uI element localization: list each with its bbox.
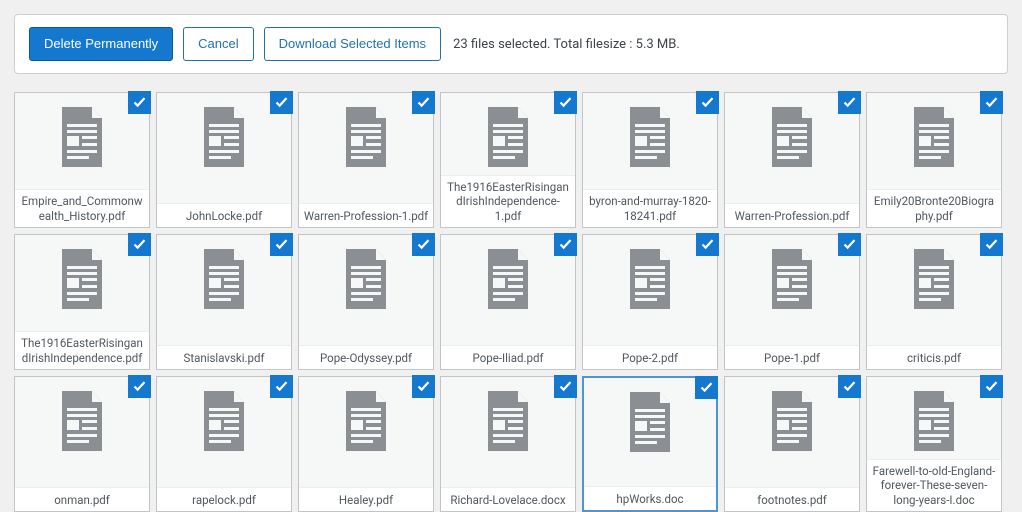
cancel-button[interactable]: Cancel: [183, 27, 253, 61]
document-icon: [625, 249, 675, 309]
checkmark-icon[interactable]: [270, 91, 293, 114]
document-icon: [483, 391, 533, 451]
file-label: rapelock.pdf: [157, 487, 291, 511]
file-label: onman.pdf: [15, 487, 149, 511]
document-icon: [625, 107, 675, 167]
file-label: The1916EasterRisingandIrishIndependence-…: [441, 175, 575, 227]
document-icon: [341, 391, 391, 451]
file-label: Farewell-to-old-England-forever-These-se…: [867, 459, 1001, 511]
toolbar: Delete Permanently Cancel Download Selec…: [14, 14, 1008, 74]
file-item[interactable]: byron-and-murray-1820-18241.pdf: [582, 92, 718, 228]
file-label: Pope-Iliad.pdf: [441, 345, 575, 369]
checkmark-icon[interactable]: [980, 91, 1003, 114]
checkmark-icon[interactable]: [412, 233, 435, 256]
file-grid: Empire_and_Commonwealth_History.pdf JohnL…: [14, 92, 1008, 512]
checkmark-icon[interactable]: [412, 91, 435, 114]
file-label: Pope-Odyssey.pdf: [299, 345, 433, 369]
file-item[interactable]: The1916EasterRisingandIrishIndependence.…: [14, 234, 150, 370]
checkmark-icon[interactable]: [128, 233, 151, 256]
document-icon: [57, 107, 107, 167]
file-label: The1916EasterRisingandIrishIndependence.…: [15, 331, 149, 369]
file-item[interactable]: onman.pdf: [14, 376, 150, 512]
document-icon: [909, 107, 959, 167]
download-selected-button[interactable]: Download Selected Items: [264, 27, 441, 61]
file-label: Empire_and_Commonwealth_History.pdf: [15, 189, 149, 227]
document-icon: [341, 107, 391, 167]
checkmark-icon[interactable]: [838, 233, 861, 256]
file-label: Pope-1.pdf: [725, 345, 859, 369]
file-item[interactable]: Stanislavski.pdf: [156, 234, 292, 370]
file-item[interactable]: The1916EasterRisingandIrishIndependence-…: [440, 92, 576, 228]
file-item[interactable]: footnotes.pdf: [724, 376, 860, 512]
document-icon: [57, 391, 107, 451]
checkmark-icon[interactable]: [554, 233, 577, 256]
file-item[interactable]: Farewell-to-old-England-forever-These-se…: [866, 376, 1002, 512]
file-label: Pope-2.pdf: [583, 345, 717, 369]
document-icon: [341, 249, 391, 309]
checkmark-icon[interactable]: [554, 375, 577, 398]
checkmark-icon[interactable]: [696, 91, 719, 114]
file-label: Warren-Profession-1.pdf: [299, 203, 433, 227]
file-label: Richard-Lovelace.docx: [441, 487, 575, 511]
file-item[interactable]: Pope-Odyssey.pdf: [298, 234, 434, 370]
file-item[interactable]: Pope-2.pdf: [582, 234, 718, 370]
checkmark-icon[interactable]: [554, 91, 577, 114]
checkmark-icon[interactable]: [696, 233, 719, 256]
document-icon: [199, 391, 249, 451]
checkmark-icon[interactable]: [270, 375, 293, 398]
file-item[interactable]: Warren-Profession-1.pdf: [298, 92, 434, 228]
document-icon: [483, 107, 533, 167]
file-item[interactable]: criticis.pdf: [866, 234, 1002, 370]
file-item[interactable]: Emily20Bronte20Biography.pdf: [866, 92, 1002, 228]
document-icon: [767, 107, 817, 167]
file-item[interactable]: rapelock.pdf: [156, 376, 292, 512]
file-item[interactable]: Richard-Lovelace.docx: [440, 376, 576, 512]
checkmark-icon[interactable]: [128, 91, 151, 114]
document-icon: [57, 249, 107, 309]
checkmark-icon[interactable]: [980, 375, 1003, 398]
delete-permanently-button[interactable]: Delete Permanently: [29, 27, 173, 61]
file-item[interactable]: JohnLocke.pdf: [156, 92, 292, 228]
file-label: Emily20Bronte20Biography.pdf: [867, 189, 1001, 227]
checkmark-icon[interactable]: [128, 375, 151, 398]
document-icon: [625, 392, 675, 452]
document-icon: [199, 249, 249, 309]
checkmark-icon[interactable]: [270, 233, 293, 256]
document-icon: [199, 107, 249, 167]
file-item[interactable]: Warren-Profession.pdf: [724, 92, 860, 228]
selection-status: 23 files selected. Total filesize : 5.3 …: [453, 37, 680, 52]
document-icon: [483, 249, 533, 309]
checkmark-icon[interactable]: [838, 375, 861, 398]
checkmark-icon[interactable]: [695, 376, 718, 399]
file-label: JohnLocke.pdf: [157, 203, 291, 227]
file-item[interactable]: Empire_and_Commonwealth_History.pdf: [14, 92, 150, 228]
checkmark-icon[interactable]: [980, 233, 1003, 256]
document-icon: [767, 391, 817, 451]
file-item[interactable]: Healey.pdf: [298, 376, 434, 512]
checkmark-icon[interactable]: [838, 91, 861, 114]
file-label: criticis.pdf: [867, 345, 1001, 369]
file-label: Stanislavski.pdf: [157, 345, 291, 369]
file-item[interactable]: hpWorks.doc: [582, 376, 718, 512]
checkmark-icon[interactable]: [412, 375, 435, 398]
file-item[interactable]: Pope-Iliad.pdf: [440, 234, 576, 370]
file-label: Healey.pdf: [299, 487, 433, 511]
document-icon: [909, 249, 959, 309]
file-label: Warren-Profession.pdf: [725, 203, 859, 227]
document-icon: [767, 249, 817, 309]
file-label: footnotes.pdf: [725, 487, 859, 511]
file-item[interactable]: Pope-1.pdf: [724, 234, 860, 370]
document-icon: [909, 391, 959, 451]
file-label: byron-and-murray-1820-18241.pdf: [583, 189, 717, 227]
